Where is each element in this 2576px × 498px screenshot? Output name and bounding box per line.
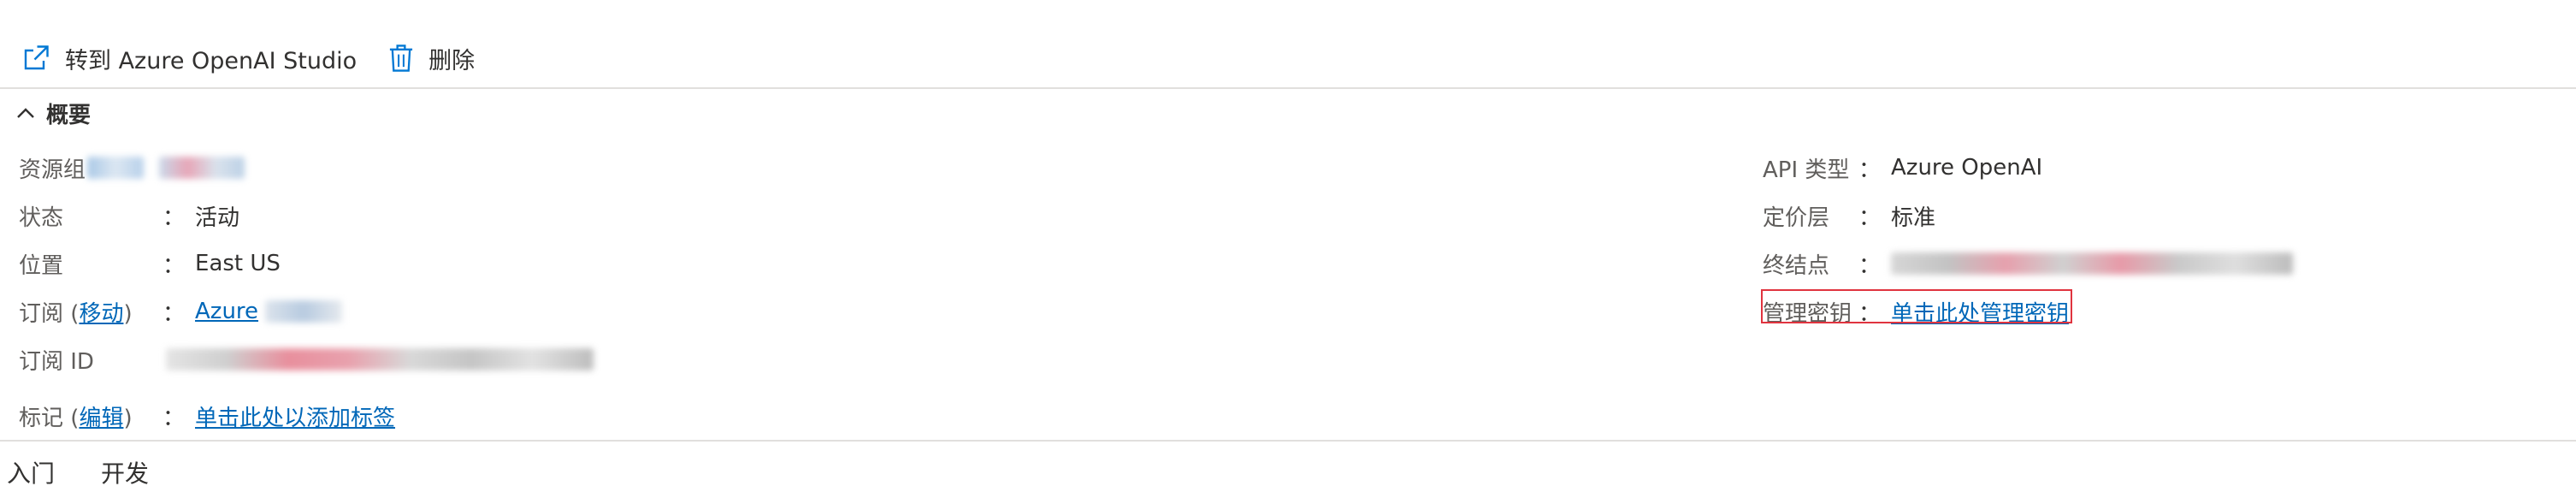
redacted-subscription <box>265 300 343 323</box>
command-bar: 转到 Azure OpenAI Studio 删除 <box>0 34 475 82</box>
location-row: 位置 ： East US <box>19 246 281 281</box>
pricing-tier-value: 标准 <box>1891 205 1936 231</box>
redacted-subscription-id <box>166 348 594 371</box>
subscription-row: 订阅 (移动) ： Azure <box>19 294 343 329</box>
redacted-resource-group <box>87 157 145 179</box>
pricing-tier-row: 定价层 ： 标准 <box>1763 199 1935 233</box>
resource-group-row: 资源组 <box>19 151 245 185</box>
tab-develop[interactable]: 开发 <box>101 455 149 489</box>
subscription-label-group: 订阅 (移动) <box>19 300 133 327</box>
overview-title: 概要 <box>46 103 92 128</box>
tab-getting-started[interactable]: 入门 <box>7 455 55 489</box>
delete-label: 删除 <box>428 47 476 74</box>
overview-toggle[interactable]: 概要 <box>15 98 91 129</box>
highlight-annotation-box <box>1761 289 2072 323</box>
toolbar-divider <box>0 87 2576 89</box>
location-value: East US <box>195 251 281 276</box>
section-divider <box>0 440 2576 442</box>
redacted-endpoint <box>1891 252 2294 275</box>
location-label: 位置 <box>19 252 64 279</box>
colon: ： <box>162 252 186 279</box>
tags-label: 标记 <box>19 405 64 431</box>
api-type-row: API 类型 ： Azure OpenAI <box>1763 151 2042 185</box>
pricing-tier-label: 定价层 <box>1763 205 1830 231</box>
delete-button[interactable]: 删除 <box>387 42 475 75</box>
tags-row: 标记 (编辑) ： 单击此处以添加标签 <box>19 399 395 433</box>
colon: ： <box>162 300 186 327</box>
resource-group-label: 资源组 <box>19 157 86 183</box>
api-type-label: API 类型 <box>1763 157 1850 183</box>
status-value: 活动 <box>195 205 240 231</box>
colon: ： <box>162 205 186 231</box>
colon: ： <box>1858 157 1882 183</box>
colon: ： <box>162 405 186 431</box>
status-row: 状态 ： 活动 <box>19 199 239 233</box>
chevron-up-icon <box>17 107 34 118</box>
endpoint-row: 终结点 ： <box>1763 246 2294 281</box>
tags-label-group: 标记 (编辑) <box>19 405 133 431</box>
colon: ： <box>1858 252 1882 279</box>
colon: ： <box>1858 205 1882 231</box>
subscription-value-link[interactable]: Azure <box>195 299 258 324</box>
redacted-resource-group-2 <box>159 157 245 179</box>
subscription-id-row: 订阅 ID <box>19 342 594 376</box>
trash-icon <box>390 44 413 72</box>
tags-edit-link[interactable]: 编辑 <box>79 406 123 431</box>
subscription-id-label: 订阅 ID <box>19 348 94 375</box>
subscription-move-link[interactable]: 移动 <box>79 301 123 327</box>
subscription-label: 订阅 <box>19 300 64 327</box>
status-label: 状态 <box>19 205 64 231</box>
api-type-value: Azure OpenAI <box>1891 155 2043 181</box>
open-studio-button[interactable]: 转到 Azure OpenAI Studio <box>21 42 357 75</box>
open-studio-label: 转到 Azure OpenAI Studio <box>65 47 357 74</box>
endpoint-label: 终结点 <box>1763 252 1830 279</box>
add-tags-link[interactable]: 单击此处以添加标签 <box>195 400 395 432</box>
external-link-icon <box>24 45 49 70</box>
tab-strip: 入门 开发 <box>0 455 188 489</box>
